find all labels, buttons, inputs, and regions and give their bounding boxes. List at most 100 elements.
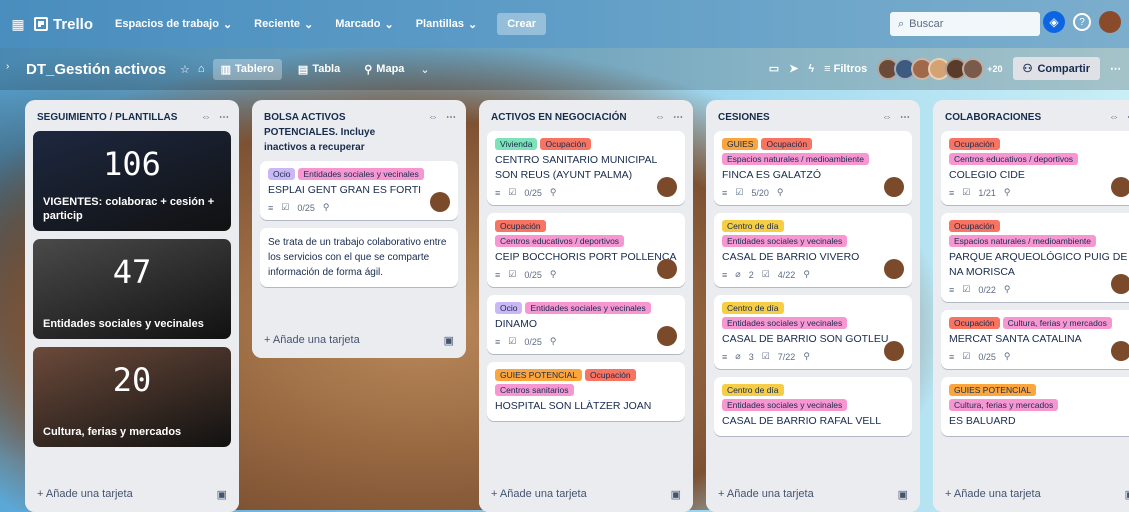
- card-label[interactable]: GUIES: [722, 138, 759, 150]
- user-avatar[interactable]: [1099, 11, 1121, 33]
- lightning-icon[interactable]: ϟ: [808, 63, 814, 75]
- create-button[interactable]: Crear: [497, 13, 546, 35]
- card[interactable]: Centro de día Entidades sociales y vecina…: [714, 213, 912, 287]
- card[interactable]: Ocupación Centros educativos / deportivos…: [941, 131, 1129, 205]
- card-label[interactable]: Centro de día: [722, 220, 784, 232]
- power-up-icon[interactable]: ▭: [769, 62, 779, 75]
- view-table-button[interactable]: ▤ Tabla: [290, 59, 348, 80]
- card-label[interactable]: Entidades sociales y vecinales: [722, 235, 848, 247]
- card-member-avatar[interactable]: [884, 341, 904, 361]
- collapse-icon[interactable]: ⇔: [201, 110, 211, 125]
- card-member-avatar[interactable]: [884, 259, 904, 279]
- card-label[interactable]: Ocupación: [949, 138, 1000, 150]
- template-card-icon[interactable]: ▣: [217, 488, 227, 501]
- card-label[interactable]: GUIES POTENCIAL: [949, 384, 1036, 396]
- card-label[interactable]: Centro de día: [722, 302, 784, 314]
- card-label[interactable]: Ocupación: [949, 220, 1000, 232]
- card-label[interactable]: Espacios naturales / medioambiente: [949, 235, 1097, 247]
- card[interactable]: Centro de día Entidades sociales y vecina…: [714, 295, 912, 369]
- card-label[interactable]: Centros educativos / deportivos: [495, 235, 625, 247]
- list-menu-icon[interactable]: ⋯: [446, 110, 456, 155]
- card-member-avatar[interactable]: [1111, 274, 1129, 294]
- card[interactable]: Ocupación Espacios naturales / medioambie…: [941, 213, 1129, 302]
- nav-recent[interactable]: Reciente ⌄: [246, 14, 321, 35]
- card[interactable]: Ocupación Centros educativos / deportivos…: [487, 213, 685, 287]
- card-member-avatar[interactable]: [657, 177, 677, 197]
- list-column[interactable]: CESIONES ⇔ ⋯ GUIES Ocupación Espacios natur…: [706, 100, 920, 512]
- card-member-avatar[interactable]: [1111, 177, 1129, 197]
- card-label[interactable]: Ocupación: [540, 138, 592, 150]
- notifications-icon[interactable]: ◈: [1043, 11, 1065, 33]
- card[interactable]: Centro de día Entidades sociales y vecina…: [714, 377, 912, 436]
- card-label[interactable]: Ocupación: [495, 220, 546, 232]
- card-label[interactable]: Centros sanitarios: [495, 384, 574, 396]
- card[interactable]: Ocio Entidades sociales y vecinales DINAMO…: [487, 295, 685, 354]
- card-member-avatar[interactable]: [657, 259, 677, 279]
- collapse-icon[interactable]: ⇔: [428, 110, 438, 155]
- card-label[interactable]: Centros educativos / deportivos: [949, 153, 1079, 165]
- template-card-icon[interactable]: ▣: [671, 488, 681, 501]
- card-label[interactable]: Espacios naturales / medioambiente: [722, 153, 870, 165]
- card-label[interactable]: Ocupación: [761, 138, 813, 150]
- card-label[interactable]: Ocio: [495, 302, 523, 314]
- card-label[interactable]: Entidades sociales y vecinales: [722, 317, 848, 329]
- card[interactable]: Ocupación Cultura, ferias y mercados MERCA…: [941, 310, 1129, 369]
- more-options-icon[interactable]: ⋯: [1110, 62, 1121, 75]
- list-title[interactable]: COLABORACIONES: [945, 110, 1041, 125]
- add-card-button[interactable]: + Añade una tarjeta: [491, 488, 587, 500]
- card-member-avatar[interactable]: [884, 177, 904, 197]
- card[interactable]: Ocio Entidades sociales y vecinales ESPLAI…: [260, 161, 458, 220]
- card-label[interactable]: Cultura, ferias y mercados: [949, 399, 1059, 411]
- board-title[interactable]: DT_Gestión activos: [26, 61, 166, 78]
- cover-card[interactable]: 47 Entidades sociales y vecinales: [33, 239, 231, 339]
- list-column[interactable]: SEGUIMIENTO / PLANTILLAS ⇔ ⋯ 106 VIGENTES…: [25, 100, 239, 512]
- list-column[interactable]: BOLSA ACTIVOS POTENCIALES. Incluye inact…: [252, 100, 466, 358]
- add-card-button[interactable]: + Añade una tarjeta: [37, 488, 133, 500]
- share-button[interactable]: ⚇ Compartir: [1012, 57, 1100, 80]
- search-input[interactable]: ⌕ Buscar: [890, 12, 1040, 36]
- star-icon[interactable]: ☆: [180, 63, 190, 76]
- card[interactable]: GUIES POTENCIAL Cultura, ferias y mercado…: [941, 377, 1129, 436]
- card[interactable]: GUIES Ocupación Espacios naturales / medio…: [714, 131, 912, 205]
- cover-card[interactable]: 20 Cultura, ferias y mercados: [33, 347, 231, 447]
- add-card-button[interactable]: + Añade una tarjeta: [264, 334, 360, 346]
- list-menu-icon[interactable]: ⋯: [219, 110, 229, 125]
- card-label[interactable]: Cultura, ferias y mercados: [1002, 317, 1112, 329]
- chevron-down-icon[interactable]: ⌄: [420, 63, 429, 76]
- card-label[interactable]: Entidades sociales y vecinales: [722, 399, 848, 411]
- card-label[interactable]: GUIES POTENCIAL: [495, 369, 582, 381]
- filter-button[interactable]: ≡ Filtros: [824, 63, 867, 75]
- list-column[interactable]: ACTIVOS EN NEGOCIACIÓN ⇔ ⋯ Vivienda Ocupac…: [479, 100, 693, 512]
- card-label[interactable]: Ocupación: [949, 317, 1000, 329]
- sidebar-expand-icon[interactable]: ›: [6, 61, 9, 72]
- card-label[interactable]: Entidades sociales y vecinales: [525, 302, 651, 314]
- add-card-button[interactable]: + Añade una tarjeta: [718, 488, 814, 500]
- list-title[interactable]: ACTIVOS EN NEGOCIACIÓN: [491, 110, 627, 125]
- view-map-button[interactable]: ⚲ Mapa: [356, 59, 412, 80]
- automation-icon[interactable]: ➤: [789, 62, 798, 75]
- nav-templates[interactable]: Plantillas ⌄: [408, 14, 486, 35]
- card-label[interactable]: Entidades sociales y vecinales: [298, 168, 424, 180]
- collapse-icon[interactable]: ⇔: [882, 110, 892, 125]
- visibility-icon[interactable]: ⌂: [198, 63, 205, 75]
- card-label[interactable]: Ocio: [268, 168, 296, 180]
- list-menu-icon[interactable]: ⋯: [900, 110, 910, 125]
- card[interactable]: Vivienda Ocupación CENTRO SANITARIO MUNICI…: [487, 131, 685, 205]
- list-title[interactable]: SEGUIMIENTO / PLANTILLAS: [37, 110, 177, 125]
- list-column[interactable]: COLABORACIONES ⇔⋯ OcupaciónCentros educa…: [933, 100, 1129, 512]
- card[interactable]: GUIES POTENCIAL Ocupación Centros sanitari…: [487, 362, 685, 421]
- grid-icon[interactable]: ▦: [8, 14, 28, 34]
- add-card-button[interactable]: + Añade una tarjeta: [945, 488, 1041, 500]
- template-card-icon[interactable]: ▣: [1125, 488, 1129, 501]
- nav-workspaces[interactable]: Espacios de trabajo ⌄: [107, 14, 240, 35]
- card-label[interactable]: Centro de día: [722, 384, 784, 396]
- nav-starred[interactable]: Marcado ⌄: [327, 14, 401, 35]
- template-card-icon[interactable]: ▣: [898, 488, 908, 501]
- list-title[interactable]: BOLSA ACTIVOS POTENCIALES. Incluye inact…: [264, 110, 414, 155]
- template-card-icon[interactable]: ▣: [444, 334, 454, 347]
- help-icon[interactable]: ?: [1073, 13, 1091, 31]
- trello-logo[interactable]: Trello: [34, 16, 93, 33]
- collapse-icon[interactable]: ⇔: [1109, 110, 1119, 125]
- card-member-avatar[interactable]: [1111, 341, 1129, 361]
- cover-card[interactable]: 106 VIGENTES: colaborac + cesión + parti…: [33, 131, 231, 231]
